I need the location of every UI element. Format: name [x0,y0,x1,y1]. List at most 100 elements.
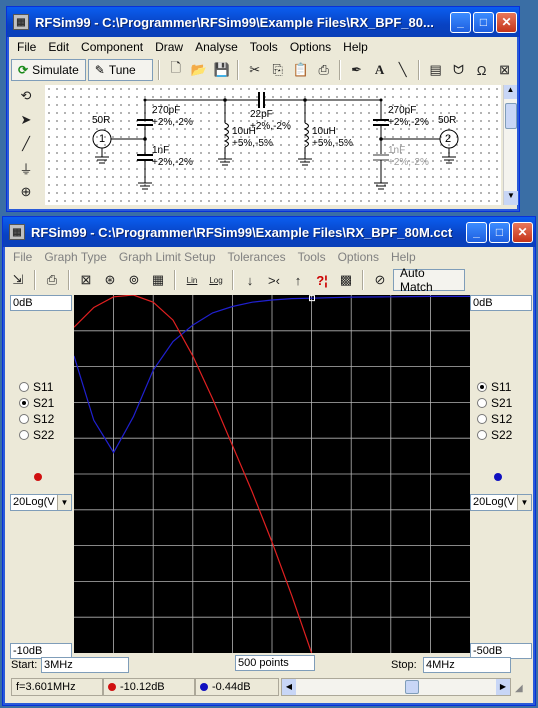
stop-frequency-input[interactable]: 4MHz [423,657,511,673]
compress-icon[interactable]: >‹ [263,269,285,291]
s-parameter-plot[interactable] [74,295,470,653]
rotate-icon[interactable]: ⟲ [15,85,37,107]
menu-tools[interactable]: Tools [244,40,284,54]
left-radio-s22[interactable]: S22 [19,428,54,442]
grid-icon[interactable]: ⊠ [494,59,515,81]
right-top-value[interactable]: 0dB [470,295,532,311]
radio-label: S11 [33,380,54,394]
scroll-up-icon[interactable]: ▲ [504,85,517,99]
resize-grip-icon[interactable]: ◢ [515,683,523,694]
table-icon[interactable]: ▦ [147,269,169,291]
log-scale-icon[interactable]: Log [205,269,227,291]
port-icon[interactable]: ⊕ [15,181,37,203]
copy-icon[interactable]: ⎘ [267,59,288,81]
start-frequency-input[interactable]: 3MHz [41,657,129,673]
scroll-left-icon[interactable]: ◀ [282,679,296,695]
print-icon[interactable]: ⎙ [41,269,63,291]
tune-label: Tune [108,63,136,77]
cut-icon[interactable]: ✂ [244,59,265,81]
maximize-button[interactable]: □ [473,11,494,33]
right-radio-s11[interactable]: S11 [477,380,511,394]
print-icon[interactable]: ⎙ [313,59,334,81]
schematic-scrollbar[interactable]: ▲ ▼ [503,85,518,205]
scroll-thumb[interactable] [505,103,517,129]
graph-titlebar[interactable]: ▦ RFSim99 - C:\Programmer\RFSim99\Exampl… [3,217,535,247]
polar-icon[interactable]: ⊚ [123,269,145,291]
no-entry-icon[interactable]: ⊘ [369,269,391,291]
points-input[interactable]: 500 points [235,655,315,671]
pen-icon[interactable]: ✒ [346,59,367,81]
inductor-icon[interactable]: Ω [471,59,492,81]
grid-pattern-icon[interactable]: ▩ [335,269,357,291]
left-radio-s11[interactable]: S11 [19,380,53,394]
wire-icon[interactable]: ╱ [15,133,37,155]
menu-draw[interactable]: Draw [149,40,189,54]
tune-button[interactable]: ✎ Tune [87,59,154,81]
menu-tolerances[interactable]: Tolerances [222,250,292,264]
separator [418,60,421,80]
right-scale-select[interactable]: 20Log(V ▼ [470,494,532,511]
menu-options[interactable]: Options [332,250,385,264]
menu-analyse[interactable]: Analyse [189,40,244,54]
graph-menubar: File Graph Type Graph Limit Setup Tolera… [7,247,531,267]
left-top-value[interactable]: 0dB [10,295,72,311]
menu-help[interactable]: Help [385,250,422,264]
text-icon[interactable]: A [369,59,390,81]
c4-value: 270pF [388,105,417,116]
schematic-window: ▦ RFSim99 - C:\Programmer\RFSim99\Exampl… [6,6,520,212]
close-button[interactable]: ✕ [512,221,533,243]
coil-icon[interactable]: ᗢ [448,59,469,81]
smith-chart-icon[interactable]: ⊛ [99,269,121,291]
menu-graph-type[interactable]: Graph Type [38,250,112,264]
radio-label: S22 [33,428,55,442]
ground-icon[interactable]: ⏚ [15,157,37,179]
schematic-canvas[interactable]: 50R 1 270pF +2%,-2% 1nF +2%,-2% 10uH +5%… [45,85,501,205]
auto-match-button[interactable]: Auto Match [393,266,465,294]
right-radio-s21[interactable]: S21 [477,396,512,410]
scroll-thumb[interactable] [405,680,419,694]
left-scale-select[interactable]: 20Log(V ▼ [10,494,72,511]
line-draw-icon[interactable]: ╲ [392,59,413,81]
menu-component[interactable]: Component [75,40,149,54]
right-radio-s22[interactable]: S22 [477,428,512,442]
linear-scale-icon[interactable]: Lin [181,269,203,291]
left-radio-s12[interactable]: S12 [19,412,54,426]
arrow-down-icon[interactable]: ↓ [239,269,261,291]
export-icon[interactable]: ⇲ [7,269,29,291]
calculator-icon[interactable]: ▤ [425,59,446,81]
menu-file[interactable]: File [7,250,38,264]
radio-label: S21 [491,396,513,410]
left-trace-color-dot [34,473,42,481]
save-icon[interactable]: 💾 [211,59,232,81]
minimize-button[interactable]: _ [466,221,487,243]
chevron-down-icon: ▼ [517,495,531,510]
right-radio-s12[interactable]: S12 [477,412,512,426]
paste-icon[interactable]: 📋 [290,59,311,81]
menu-edit[interactable]: Edit [42,40,75,54]
new-file-icon[interactable]: 🗋 [165,59,186,81]
open-folder-icon[interactable]: 📂 [188,59,209,81]
maximize-button[interactable]: □ [489,221,510,243]
arrow-up-icon[interactable]: ↑ [287,269,309,291]
left-radio-s21[interactable]: S21 [19,396,54,410]
pointer-icon[interactable]: ➤ [15,109,37,131]
scroll-right-icon[interactable]: ▶ [496,679,510,695]
help-query-icon[interactable]: ?¦ [311,269,333,291]
scroll-down-icon[interactable]: ▼ [504,191,518,205]
menu-options[interactable]: Options [284,40,337,54]
separator [362,270,364,290]
radio-label: S21 [33,396,55,410]
menu-graph-limit-setup[interactable]: Graph Limit Setup [113,250,222,264]
separator [34,270,36,290]
frequency-scrollbar[interactable]: ◀ ▶ [281,678,511,696]
cartesian-icon[interactable]: ⊠ [75,269,97,291]
radio-dot [477,414,487,424]
menu-file[interactable]: File [11,40,42,54]
s11-color-dot [200,683,208,691]
simulate-button[interactable]: ⟳ Simulate [11,59,86,81]
menu-help[interactable]: Help [337,40,374,54]
minimize-button[interactable]: _ [450,11,471,33]
schematic-titlebar[interactable]: ▦ RFSim99 - C:\Programmer\RFSim99\Exampl… [7,7,519,37]
close-button[interactable]: ✕ [496,11,517,33]
menu-tools[interactable]: Tools [292,250,332,264]
